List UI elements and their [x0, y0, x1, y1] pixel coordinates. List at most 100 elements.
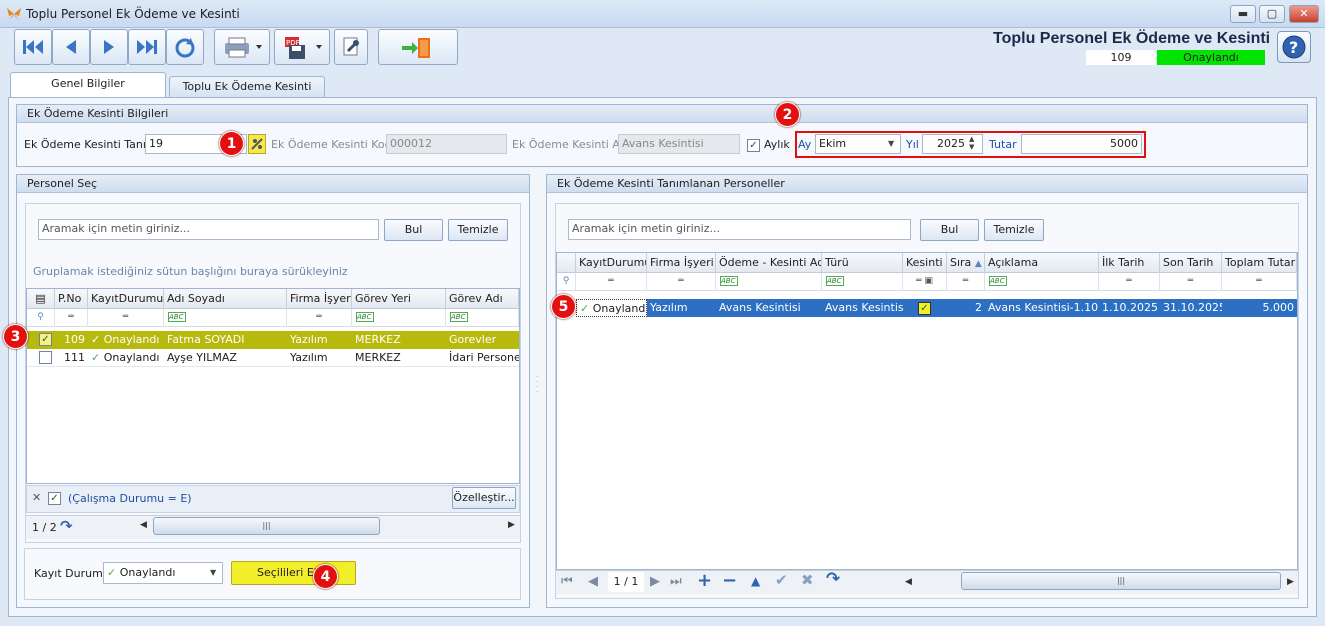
tab-toplu-liste[interactable]: Toplu Ek Ödeme Kesinti Listesi: [169, 76, 325, 113]
redo-icon[interactable]: ↷: [60, 517, 73, 535]
help-button[interactable]: ?: [1277, 31, 1311, 63]
confirm-icon[interactable]: ✔: [775, 571, 788, 589]
cell-firma: Yazılım: [290, 351, 328, 364]
kayit-durumu-value: Onaylandı: [119, 566, 176, 579]
row-select-cell[interactable]: ✓: [27, 331, 55, 349]
scroll-right-icon[interactable]: ▶: [1287, 577, 1294, 587]
status-badge: Onaylandı: [1157, 50, 1265, 65]
scroll-left-icon[interactable]: ◀: [140, 520, 147, 530]
col-firma[interactable]: Firma İşyeri: [647, 253, 716, 273]
annotation-3: 3: [3, 324, 28, 349]
close-button[interactable]: ✕: [1289, 5, 1319, 23]
add-icon[interactable]: +: [697, 570, 712, 591]
table-row[interactable]: ✓ 109 ✓ Onaylandı Fatma SOYADI Yazılım M…: [27, 331, 519, 349]
tanimlanan-filter-row[interactable]: ⚲ ═ ═ ABC ABC ═ ▣ ═ ABC ═ ═ ═: [557, 273, 1297, 291]
last-page-icon[interactable]: ⏭: [670, 574, 682, 589]
settings-button[interactable]: [334, 29, 368, 65]
previous-page-icon[interactable]: ◀: [588, 574, 598, 589]
col-toplam-tutar[interactable]: Toplam Tutar: [1222, 253, 1297, 273]
next-record-button[interactable]: [90, 29, 128, 65]
clear-filter-icon[interactable]: ✕: [32, 491, 41, 504]
row-select-cell[interactable]: [27, 349, 55, 367]
cancel-icon[interactable]: ✖: [801, 571, 814, 589]
tanimlanan-find-button[interactable]: Bul: [920, 219, 979, 241]
cell-gorev-adi: Gorevler: [449, 333, 497, 346]
scroll-right-icon[interactable]: ▶: [508, 520, 515, 530]
first-page-icon[interactable]: ⏮: [561, 574, 573, 589]
col-kesinti[interactable]: Kesinti: [903, 253, 947, 273]
cell-kayitdurumu: ✓ Onaylandı: [91, 333, 160, 346]
title-bar: Toplu Personel Ek Ödeme ve Kesinti ▬ ▢ ✕: [0, 0, 1325, 28]
tanim-lookup-button[interactable]: [248, 134, 266, 154]
personel-search-input[interactable]: Aramak için metin giriniz...: [38, 219, 379, 240]
previous-record-button[interactable]: [52, 29, 90, 65]
personel-filter-row[interactable]: ⚲ ═ ═ ABC ═ ABC ABC: [27, 309, 519, 327]
col-firma[interactable]: Firma İşyeri: [287, 289, 352, 309]
annotation-5: 5: [551, 294, 576, 319]
edit-icon[interactable]: ▲: [751, 574, 760, 588]
tanimlanan-search-input[interactable]: Aramak için metin giriniz...: [568, 219, 911, 240]
exit-button[interactable]: [378, 29, 458, 65]
col-son-tarih[interactable]: Son Tarih: [1160, 253, 1222, 273]
ad-input: Avans Kesintisi: [618, 134, 740, 154]
maximize-button[interactable]: ▢: [1259, 5, 1285, 23]
col-gorev-adi[interactable]: Görev Adı: [446, 289, 519, 309]
col-ilk-tarih[interactable]: İlk Tarih: [1099, 253, 1160, 273]
col-sira[interactable]: Sıra ▲: [947, 253, 985, 273]
check-icon: ✓: [91, 351, 101, 364]
col-odeme-kesinti-adi[interactable]: Ödeme - Kesinti Adı: [716, 253, 822, 273]
col-turu[interactable]: Türü: [822, 253, 903, 273]
personel-grid-header: ▤ P.No KayıtDurumu Adı Soyadı Firma İşye…: [27, 289, 519, 309]
kayit-durumu-select[interactable]: ✓ Onaylandı ▼: [103, 562, 223, 584]
kesinti-checkbox[interactable]: ✓: [918, 302, 931, 315]
col-gorev-yeri[interactable]: Görev Yeri: [352, 289, 446, 309]
pdf-save-icon: PDF: [285, 37, 322, 59]
refresh-icon[interactable]: ↷: [826, 569, 840, 589]
column-chooser-icon[interactable]: ▤: [27, 289, 55, 309]
tutar-input[interactable]: 5000: [1021, 134, 1142, 154]
personel-find-button[interactable]: Bul: [384, 219, 443, 241]
cell-adi-soyadi: Fatma SOYADI: [167, 333, 245, 346]
annotation-1: 1: [219, 131, 244, 156]
annotation-2: 2: [775, 102, 800, 127]
col-pno[interactable]: P.No: [55, 289, 88, 309]
tanimlanan-clear-button[interactable]: Temizle: [984, 219, 1044, 241]
next-page-icon[interactable]: ▶: [650, 574, 660, 589]
splitter-handle[interactable]: · · · ·: [536, 374, 540, 405]
filter-text[interactable]: (Çalışma Durumu = E): [68, 492, 192, 505]
ay-label: Ay: [798, 138, 812, 151]
previous-record-icon: [66, 40, 76, 54]
status-text: Onaylandı: [103, 351, 160, 364]
minimize-button[interactable]: ▬: [1230, 5, 1256, 23]
col-kayitdurumu[interactable]: KayıtDurumu: [88, 289, 164, 309]
filter-text-icon: ABC: [352, 309, 446, 327]
cell-firma: Yazılım: [290, 333, 328, 346]
filter-checkbox-icon: ═ ▣: [903, 273, 947, 291]
tanim-label: Ek Ödeme Kesinti Tanımı: [24, 138, 160, 151]
pdf-export-button[interactable]: PDF: [274, 29, 330, 65]
filter-enabled-checkbox[interactable]: ✓: [48, 492, 61, 505]
customize-button[interactable]: Özelleştir...: [452, 487, 516, 509]
filter-icon: ⚲: [557, 273, 576, 291]
scroll-left-icon[interactable]: ◀: [905, 577, 912, 587]
scroll-thumb[interactable]: |||: [961, 572, 1281, 590]
spin-arrows-icon[interactable]: ▲ ▼: [969, 135, 974, 151]
personel-clear-button[interactable]: Temizle: [448, 219, 508, 241]
scroll-thumb[interactable]: |||: [153, 517, 380, 535]
last-record-button[interactable]: [128, 29, 166, 65]
ay-select[interactable]: Ekim ▼: [815, 134, 901, 154]
tab-genel-bilgiler[interactable]: Genel Bilgiler: [10, 72, 166, 98]
col-kayitdurumu[interactable]: KayıtDurumu: [576, 253, 647, 273]
col-adi-soyadi[interactable]: Adı Soyadı: [164, 289, 287, 309]
print-button[interactable]: [214, 29, 270, 65]
aylik-checkbox[interactable]: ✓: [747, 139, 760, 152]
table-row[interactable]: ✓ Onaylandı Yazılım Avans Kesintisi Avan…: [557, 299, 1297, 319]
table-row[interactable]: 111 ✓ Onaylandı Ayşe YILMAZ Yazılım MERK…: [27, 349, 519, 367]
first-record-button[interactable]: [14, 29, 52, 65]
refresh-button[interactable]: [166, 29, 204, 65]
tanimlanan-title: Ek Ödeme Kesinti Tanımlanan Personeller: [547, 175, 1307, 193]
cell-kayitdurumu: ✓ Onaylandı: [88, 349, 164, 367]
filter-equals-icon: ═: [647, 273, 716, 291]
col-aciklama[interactable]: Açıklama: [985, 253, 1099, 273]
remove-icon[interactable]: −: [722, 570, 737, 591]
